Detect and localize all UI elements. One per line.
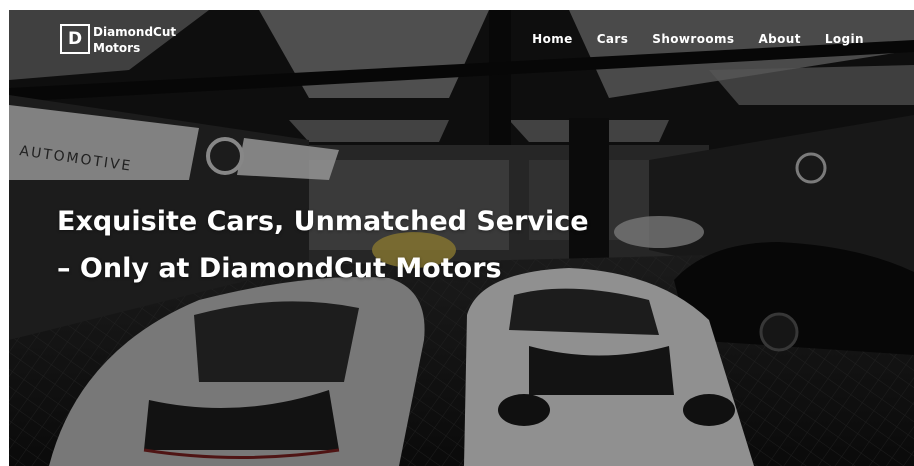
hero-headline: Exquisite Cars, Unmatched Service – Only… [57, 198, 677, 292]
nav-links: Home Cars Showrooms About Login [532, 32, 864, 46]
hero-headline-line2: – Only at DiamondCut Motors [57, 253, 502, 284]
nav-link-home[interactable]: Home [532, 32, 573, 46]
hero-headline-line1: Exquisite Cars, Unmatched Service [57, 206, 589, 237]
nav-link-login[interactable]: Login [825, 32, 864, 46]
hero-section: AUTOMOTIVE D DiamondCut Motors Home Cars… [9, 10, 914, 466]
nav-link-cars[interactable]: Cars [597, 32, 629, 46]
brand-name-line2: Motors [93, 41, 141, 55]
brand-name-line1: DiamondCut [93, 25, 177, 39]
top-navigation: D DiamondCut Motors Home Cars Showrooms … [9, 10, 914, 70]
logo-mark-icon: D [60, 24, 90, 54]
brand-logo[interactable]: D DiamondCut Motors [60, 24, 176, 56]
brand-name: DiamondCut Motors [93, 24, 176, 56]
nav-link-showrooms[interactable]: Showrooms [652, 32, 734, 46]
nav-link-about[interactable]: About [758, 32, 800, 46]
